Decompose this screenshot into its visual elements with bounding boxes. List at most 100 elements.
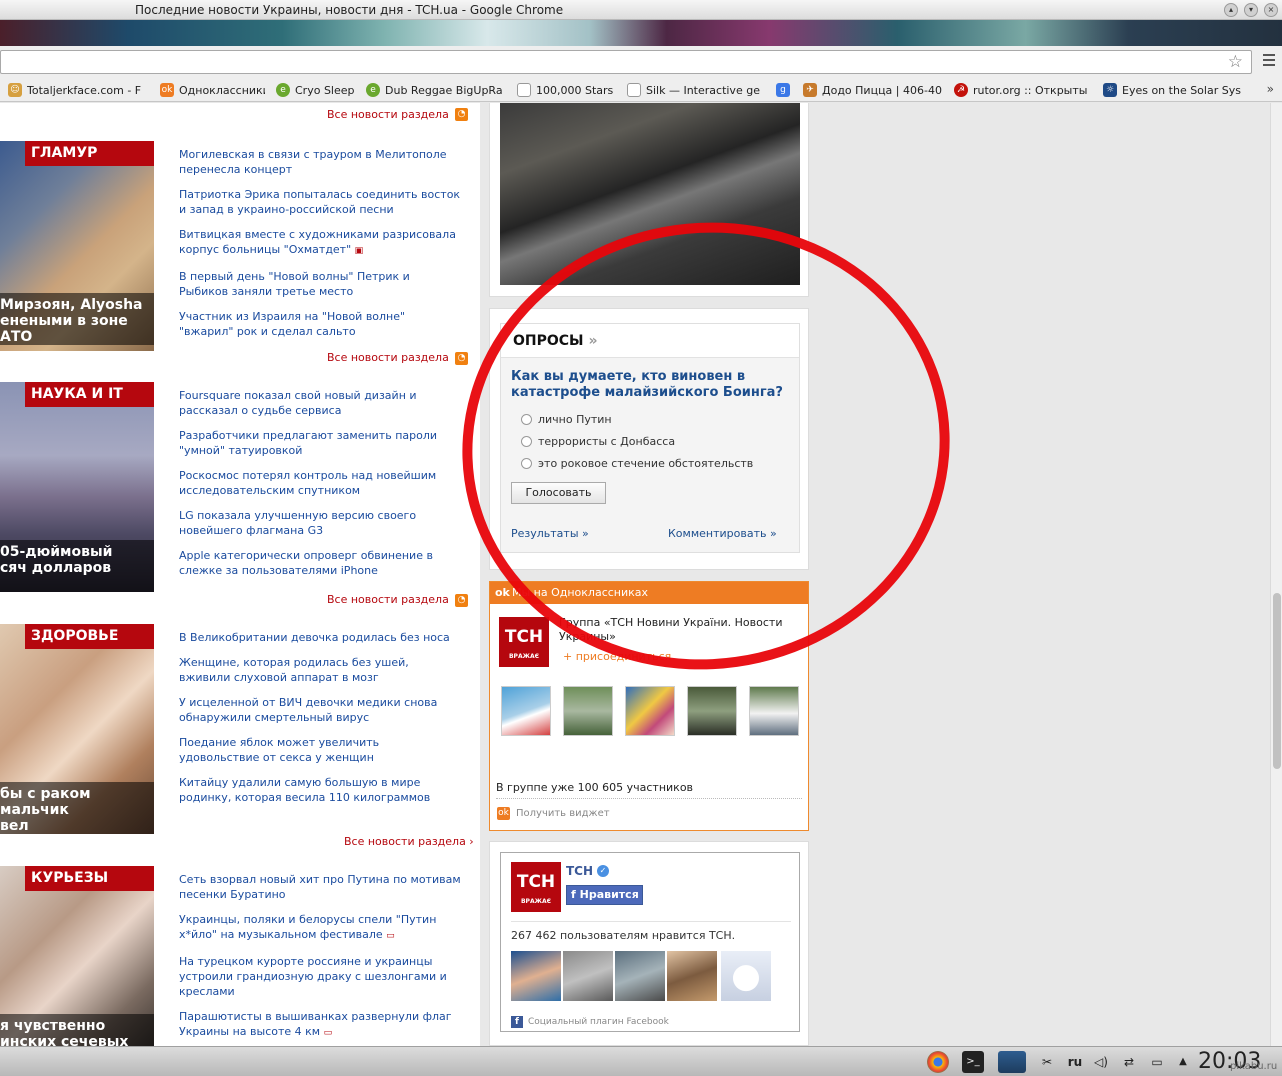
network-icon[interactable]: ⇄	[1118, 1051, 1140, 1073]
ok-members-count: В группе уже 100 605 участников	[496, 781, 694, 794]
fb-plugin-label: f Социальный плагин Facebook	[511, 1016, 669, 1028]
verified-icon: ✓	[597, 865, 609, 877]
divider	[511, 921, 791, 922]
news-list: Могилевская в связи с трауром в Мелитопо…	[179, 147, 461, 349]
news-link[interactable]: Китайцу удалили самую большую в мире род…	[179, 775, 461, 805]
news-link[interactable]: Украинцы, поляки и белорусы спели "Путин…	[179, 912, 461, 944]
display-icon[interactable]: ▭	[1146, 1051, 1168, 1073]
fb-like-button[interactable]: f Нравится	[566, 885, 643, 905]
section-headline[interactable]: 05-дюймовый сяч долларов	[0, 540, 154, 592]
rss-icon[interactable]: ◔	[455, 108, 468, 121]
maximize-button[interactable]: ▾	[1244, 3, 1258, 17]
get-widget-link[interactable]: Получить виджет	[516, 808, 610, 819]
section-headline[interactable]: я чувственно инских сечевых	[0, 1014, 154, 1046]
tray-up-icon[interactable]: ▲	[1172, 1051, 1194, 1073]
bookmark-item[interactable]: ☼ Eyes on the Solar Sys	[1103, 82, 1245, 98]
browser-theme-strip	[0, 20, 1282, 46]
desktop-icon[interactable]	[998, 1051, 1026, 1073]
e-icon: e	[276, 83, 290, 97]
bookmark-item[interactable]: ☭ rutor.org :: Открыты	[954, 82, 1092, 98]
odnoklassniki-icon: ok	[160, 83, 174, 97]
google-icon: g	[776, 83, 790, 97]
news-link[interactable]: Поедание яблок может увеличить удовольст…	[179, 735, 461, 765]
all-news-link[interactable]: Все новости раздела	[327, 108, 449, 121]
member-avatar[interactable]	[501, 686, 551, 736]
page-icon	[517, 83, 531, 97]
bookmark-item[interactable]: ✈ Додо Пицца | 406-40	[803, 82, 943, 98]
bookmark-item[interactable]: ☺ Totaljerkface.com - F	[8, 82, 148, 98]
news-link[interactable]: Участник из Израиля на "Новой волне" "вж…	[179, 309, 461, 339]
all-news-link[interactable]: Все новости раздела ›	[344, 835, 474, 848]
fan-avatar[interactable]: ●	[721, 951, 771, 1001]
news-link[interactable]: Роскосмос потерял контроль над новейшим …	[179, 468, 461, 498]
odnoklassniki-icon: ok	[495, 586, 510, 599]
page-icon	[627, 83, 641, 97]
section-headline[interactable]: Мирзоян, Alyosha енеными в зоне АТО	[0, 293, 154, 345]
rss-icon[interactable]: ◔	[455, 594, 468, 607]
close-button[interactable]: ×	[1264, 3, 1278, 17]
user-silhouette-icon: ●	[731, 956, 761, 996]
bookmark-star-icon[interactable]: ☆	[1228, 53, 1243, 71]
page-scrollbar[interactable]	[1270, 103, 1282, 1046]
all-news-link[interactable]: Все новости раздела	[327, 351, 449, 364]
chrome-menu-icon[interactable]	[1263, 54, 1275, 69]
news-link[interactable]: Foursquare показал свой новый дизайн и р…	[179, 388, 461, 418]
news-link[interactable]: Разработчики предлагают заменить пароли …	[179, 428, 461, 458]
news-list: Сеть взорвал новый хит про Путина по мот…	[179, 872, 461, 1046]
bookmark-item[interactable]: ok Одноклассники	[160, 82, 265, 98]
bookmark-item[interactable]: e Dub Reggae BigUpRa	[366, 82, 506, 98]
volume-icon[interactable]: ◁)	[1090, 1051, 1112, 1073]
news-column: Все новости раздела ◔ ГЛАМУР Мирзоян, Al…	[0, 103, 480, 1046]
section-headline[interactable]: бы с раком мальчик вел	[0, 782, 154, 834]
video-icon: ▭	[386, 931, 395, 941]
section-tag[interactable]: КУРЬЕЗЫ	[25, 866, 154, 891]
news-link[interactable]: У исцеленной от ВИЧ девочки медики снова…	[179, 695, 461, 725]
terminal-icon[interactable]: >_	[962, 1051, 984, 1073]
news-link[interactable]: Apple категорически опроверг обвинение в…	[179, 548, 461, 578]
all-news-link[interactable]: Все новости раздела	[327, 593, 449, 606]
news-link[interactable]: В Великобритании девочка родилась без но…	[179, 630, 461, 645]
fb-page-name[interactable]: ТСН	[566, 864, 593, 878]
news-link[interactable]: На турецком курорте россияне и украинцы …	[179, 954, 461, 999]
news-link[interactable]: LG показала улучшенную версию своего нов…	[179, 508, 461, 538]
chrome-icon[interactable]	[927, 1051, 949, 1073]
bookmark-item[interactable]: g	[776, 82, 792, 98]
section-tag[interactable]: ГЛАМУР	[25, 141, 154, 166]
plus-icon: +	[563, 650, 576, 663]
scrollbar-thumb[interactable]	[1273, 593, 1281, 769]
fan-avatar[interactable]	[615, 951, 665, 1001]
member-avatar[interactable]	[749, 686, 799, 736]
video-icon: ▭	[323, 1028, 333, 1038]
news-link[interactable]: В первый день "Новой волны" Петрик и Рыб…	[179, 269, 461, 299]
facebook-like-box: ТСН ВРАЖАЄ ТСН ✓ f Нравится 267 462 польз…	[500, 852, 800, 1032]
fan-avatar[interactable]	[511, 951, 561, 1001]
tsn-logo[interactable]: ТСН ВРАЖАЄ	[499, 617, 549, 667]
news-link[interactable]: Парашютисты в вышиванках развернули флаг…	[179, 1009, 461, 1041]
bookmark-item[interactable]: 100,000 Stars	[517, 82, 617, 98]
bookmarks-overflow-icon[interactable]: »	[1267, 82, 1274, 96]
bookmark-item[interactable]: Silk — Interactive ge	[627, 82, 767, 98]
browser-toolbar: ☆	[0, 46, 1282, 78]
watermark: pikabu.ru	[1230, 1061, 1278, 1072]
news-link[interactable]: Сеть взорвал новый хит про Путина по мот…	[179, 872, 461, 902]
address-bar[interactable]: ☆	[0, 50, 1252, 74]
rss-icon[interactable]: ◔	[455, 352, 468, 365]
member-avatar[interactable]	[687, 686, 737, 736]
news-link[interactable]: Витвицкая вместе с художниками разрисова…	[179, 227, 461, 259]
bookmark-item[interactable]: e Cryo Sleep	[276, 82, 356, 98]
tsn-logo[interactable]: ТСН ВРАЖАЄ	[511, 862, 561, 912]
keyboard-layout[interactable]: ru	[1064, 1051, 1086, 1073]
fan-avatar[interactable]	[563, 951, 613, 1001]
fb-likes-count: 267 462 пользователям нравится ТСН.	[511, 929, 736, 942]
member-avatar[interactable]	[563, 686, 613, 736]
minimize-button[interactable]: ▴	[1224, 3, 1238, 17]
scissors-icon[interactable]: ✂	[1036, 1051, 1058, 1073]
news-link[interactable]: Могилевская в связи с трауром в Мелитопо…	[179, 147, 461, 177]
member-avatar[interactable]	[625, 686, 675, 736]
news-list: Foursquare показал свой новый дизайн и р…	[179, 388, 461, 588]
news-link[interactable]: Патриотка Эрика попыталась соединить вос…	[179, 187, 461, 217]
section-tag[interactable]: ЗДОРОВЬЕ	[25, 624, 154, 649]
section-tag[interactable]: НАУКА И IT	[25, 382, 154, 407]
news-link[interactable]: Женщине, которая родилась без ушей, вжив…	[179, 655, 461, 685]
fan-avatar[interactable]	[667, 951, 717, 1001]
